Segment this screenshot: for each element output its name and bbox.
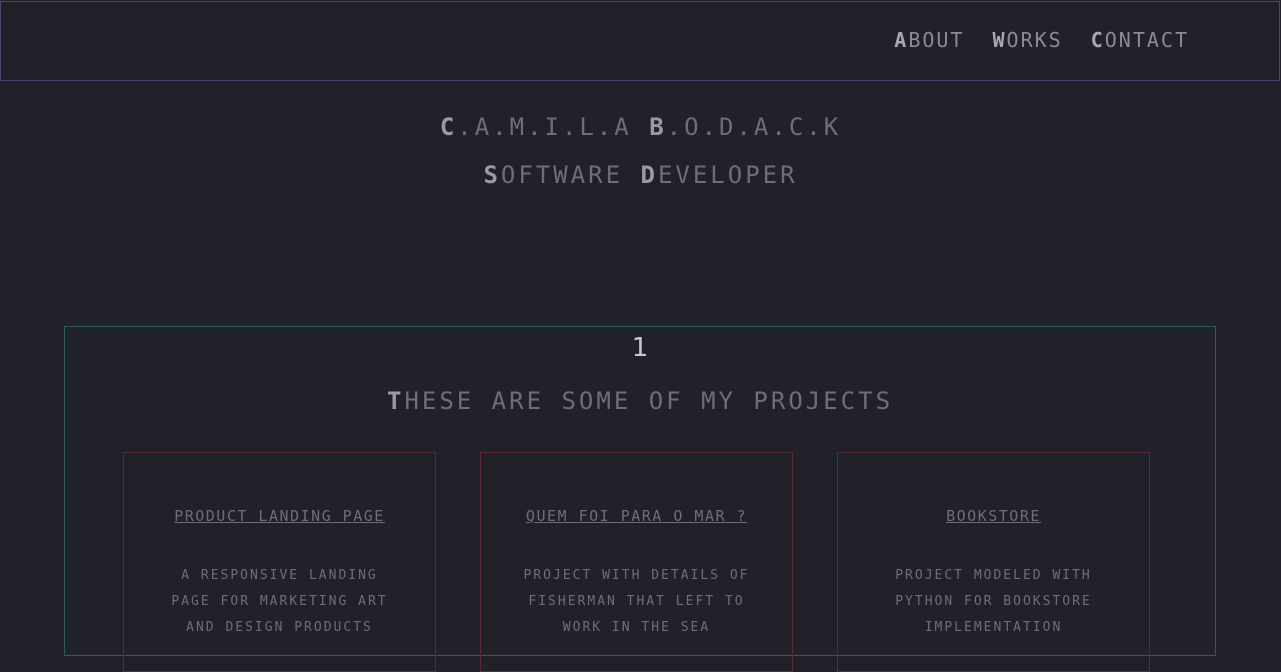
nav-works-rest: ORKS [1006, 28, 1063, 52]
nav-about-link[interactable]: ABOUT [894, 28, 964, 52]
hero-name-initial-1: C [439, 113, 458, 141]
project-card-1-link[interactable]: PRODUCT LANDING PAGE [124, 507, 435, 525]
hero-name-initial-2: B [649, 113, 667, 141]
hero-role-initial-1: S [483, 161, 501, 189]
hero-role: SOFTWARE DEVELOPER [0, 161, 1281, 189]
section-number: 1 [631, 333, 649, 363]
project-card-1-description: A RESPONSIVE LANDING PAGE FOR MARKETING … [171, 568, 388, 635]
project-card-3-description: PROJECT MODELED WITH PYTHON FOR BOOKSTOR… [895, 568, 1092, 635]
hero-role-part-1: OFTWARE [500, 161, 641, 189]
nav-contact-link[interactable]: CONTACT [1091, 28, 1189, 52]
nav-works-first-letter: W [992, 28, 1007, 52]
top-navbar: ABOUT WORKS CONTACT [0, 1, 1280, 81]
hero-name-part-2: .O.D.A.C.K [666, 113, 842, 141]
project-card-3: BOOKSTORE PROJECT MODELED WITH PYTHON FO… [837, 452, 1150, 672]
hero-role-initial-2: D [640, 161, 658, 189]
project-card-1: PRODUCT LANDING PAGE A RESPONSIVE LANDIN… [123, 452, 436, 672]
nav-contact-rest: ONTACT [1104, 28, 1189, 52]
hero-section: C.A.M.I.L.A B.O.D.A.C.K SOFTWARE DEVELOP… [0, 113, 1281, 189]
nav-contact-first-letter: C [1090, 28, 1105, 52]
nav-about-first-letter: A [894, 28, 909, 52]
hero-name: C.A.M.I.L.A B.O.D.A.C.K [0, 113, 1281, 151]
projects-heading-initial: T [386, 387, 405, 415]
hero-role-part-2: EVELOPER [657, 161, 798, 189]
nav-about-rest: BOUT [908, 28, 965, 52]
project-card-2-link[interactable]: QUEM FOI PARA O MAR ? [481, 507, 792, 525]
project-card-2-description: PROJECT WITH DETAILS OF FISHERMAN THAT L… [523, 568, 750, 635]
project-card-2: QUEM FOI PARA O MAR ? PROJECT WITH DETAI… [480, 452, 793, 672]
nav-links: ABOUT WORKS CONTACT [894, 28, 1189, 52]
nav-works-link[interactable]: WORKS [992, 28, 1062, 52]
projects-heading-rest: HESE ARE SOME OF MY PROJECTS [404, 387, 894, 415]
projects-heading: THESE ARE SOME OF MY PROJECTS [65, 387, 1215, 415]
hero-name-part-1: .A.M.I.L.A [457, 113, 650, 141]
project-card-3-link[interactable]: BOOKSTORE [838, 507, 1149, 525]
projects-section: 1 THESE ARE SOME OF MY PROJECTS PRODUCT … [64, 326, 1216, 672]
